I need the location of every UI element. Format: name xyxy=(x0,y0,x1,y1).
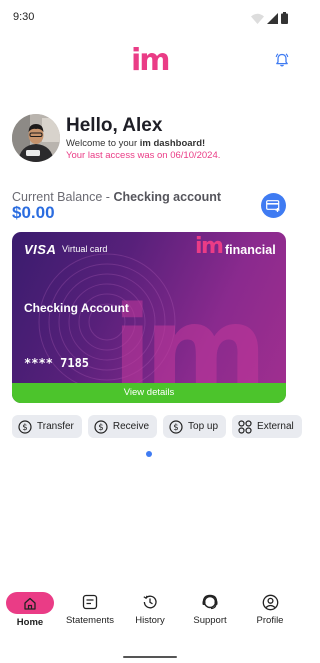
external-label: External xyxy=(257,421,294,432)
svg-text:im: im xyxy=(112,280,259,384)
card-type: Virtual card xyxy=(62,244,108,254)
transfer-label: Transfer xyxy=(37,421,74,432)
balance-label: Current Balance - Checking account xyxy=(12,190,221,204)
nav-home-label: Home xyxy=(16,617,44,628)
history-icon xyxy=(120,592,180,612)
receive-label: Receive xyxy=(112,421,150,432)
balance-account-type: Checking account xyxy=(113,190,222,204)
wifi-icon xyxy=(251,13,264,24)
gesture-home-bar[interactable] xyxy=(123,656,177,658)
svg-text:$: $ xyxy=(22,423,27,433)
card-account-name: Checking Account xyxy=(24,301,129,315)
support-icon xyxy=(180,592,240,612)
nav-profile-label: Profile xyxy=(256,615,284,626)
dollar-circle-icon: $ xyxy=(18,419,32,434)
dollar-circle-icon: $ xyxy=(169,419,183,434)
add-card-icon xyxy=(266,199,280,212)
receive-button[interactable]: $ Receive xyxy=(87,415,158,438)
home-icon xyxy=(6,592,54,614)
welcome-prefix: Welcome to your xyxy=(66,138,140,149)
nav-support-label: Support xyxy=(193,615,227,626)
balance-amount: $0.00 xyxy=(12,203,55,222)
welcome-text: Welcome to your im dashboard! xyxy=(66,138,205,149)
status-bar: 9:30 xyxy=(0,0,300,36)
nav-support[interactable]: Support xyxy=(180,592,240,626)
welcome-bold: im dashboard! xyxy=(139,138,206,149)
visa-logo: VISA xyxy=(24,242,57,257)
nav-statements-label: Statements xyxy=(65,615,115,626)
top-up-button[interactable]: $ Top up xyxy=(163,415,227,438)
add-card-button[interactable] xyxy=(261,193,286,218)
svg-text:$: $ xyxy=(98,423,103,433)
top-up-label: Top up xyxy=(188,421,219,432)
status-icons xyxy=(251,12,288,24)
status-time: 9:30 xyxy=(13,11,35,23)
document-icon xyxy=(60,592,120,612)
user-avatar[interactable] xyxy=(12,114,60,162)
notifications-bell-icon[interactable] xyxy=(274,52,290,68)
card-number: **** 7185 xyxy=(24,356,90,370)
nav-history-label: History xyxy=(135,615,165,626)
last-access-text: Your last access was on 06/10/2024. xyxy=(66,150,221,161)
card-brand-suffix: financial xyxy=(225,243,276,257)
transfer-button[interactable]: $ Transfer xyxy=(12,415,82,438)
card-brand-logo: im xyxy=(195,234,224,259)
profile-icon xyxy=(240,592,300,612)
balance-label-prefix: Current Balance - xyxy=(12,190,114,204)
battery-icon xyxy=(281,12,288,24)
view-details-button[interactable]: View details xyxy=(12,383,286,403)
svg-text:$: $ xyxy=(173,423,178,433)
greeting-title: Hello, Alex xyxy=(66,115,163,136)
bottom-navigation: Home Statements History Support Profile xyxy=(0,592,300,642)
nav-profile[interactable]: Profile xyxy=(240,592,300,626)
quick-actions: $ Transfer $ Receive $ Top up External xyxy=(12,415,302,438)
signal-icon xyxy=(267,12,278,24)
pagination-dot xyxy=(146,451,152,457)
nav-home[interactable]: Home xyxy=(0,592,60,628)
nav-statements[interactable]: Statements xyxy=(60,592,120,626)
app-logo: im xyxy=(131,43,171,78)
external-button[interactable]: External xyxy=(232,415,302,438)
dollar-circle-icon: $ xyxy=(94,419,108,434)
grid-circles-icon xyxy=(238,419,252,434)
virtual-card[interactable]: im VISA Virtual card im financial Checki… xyxy=(12,232,286,403)
nav-history[interactable]: History xyxy=(120,592,180,626)
